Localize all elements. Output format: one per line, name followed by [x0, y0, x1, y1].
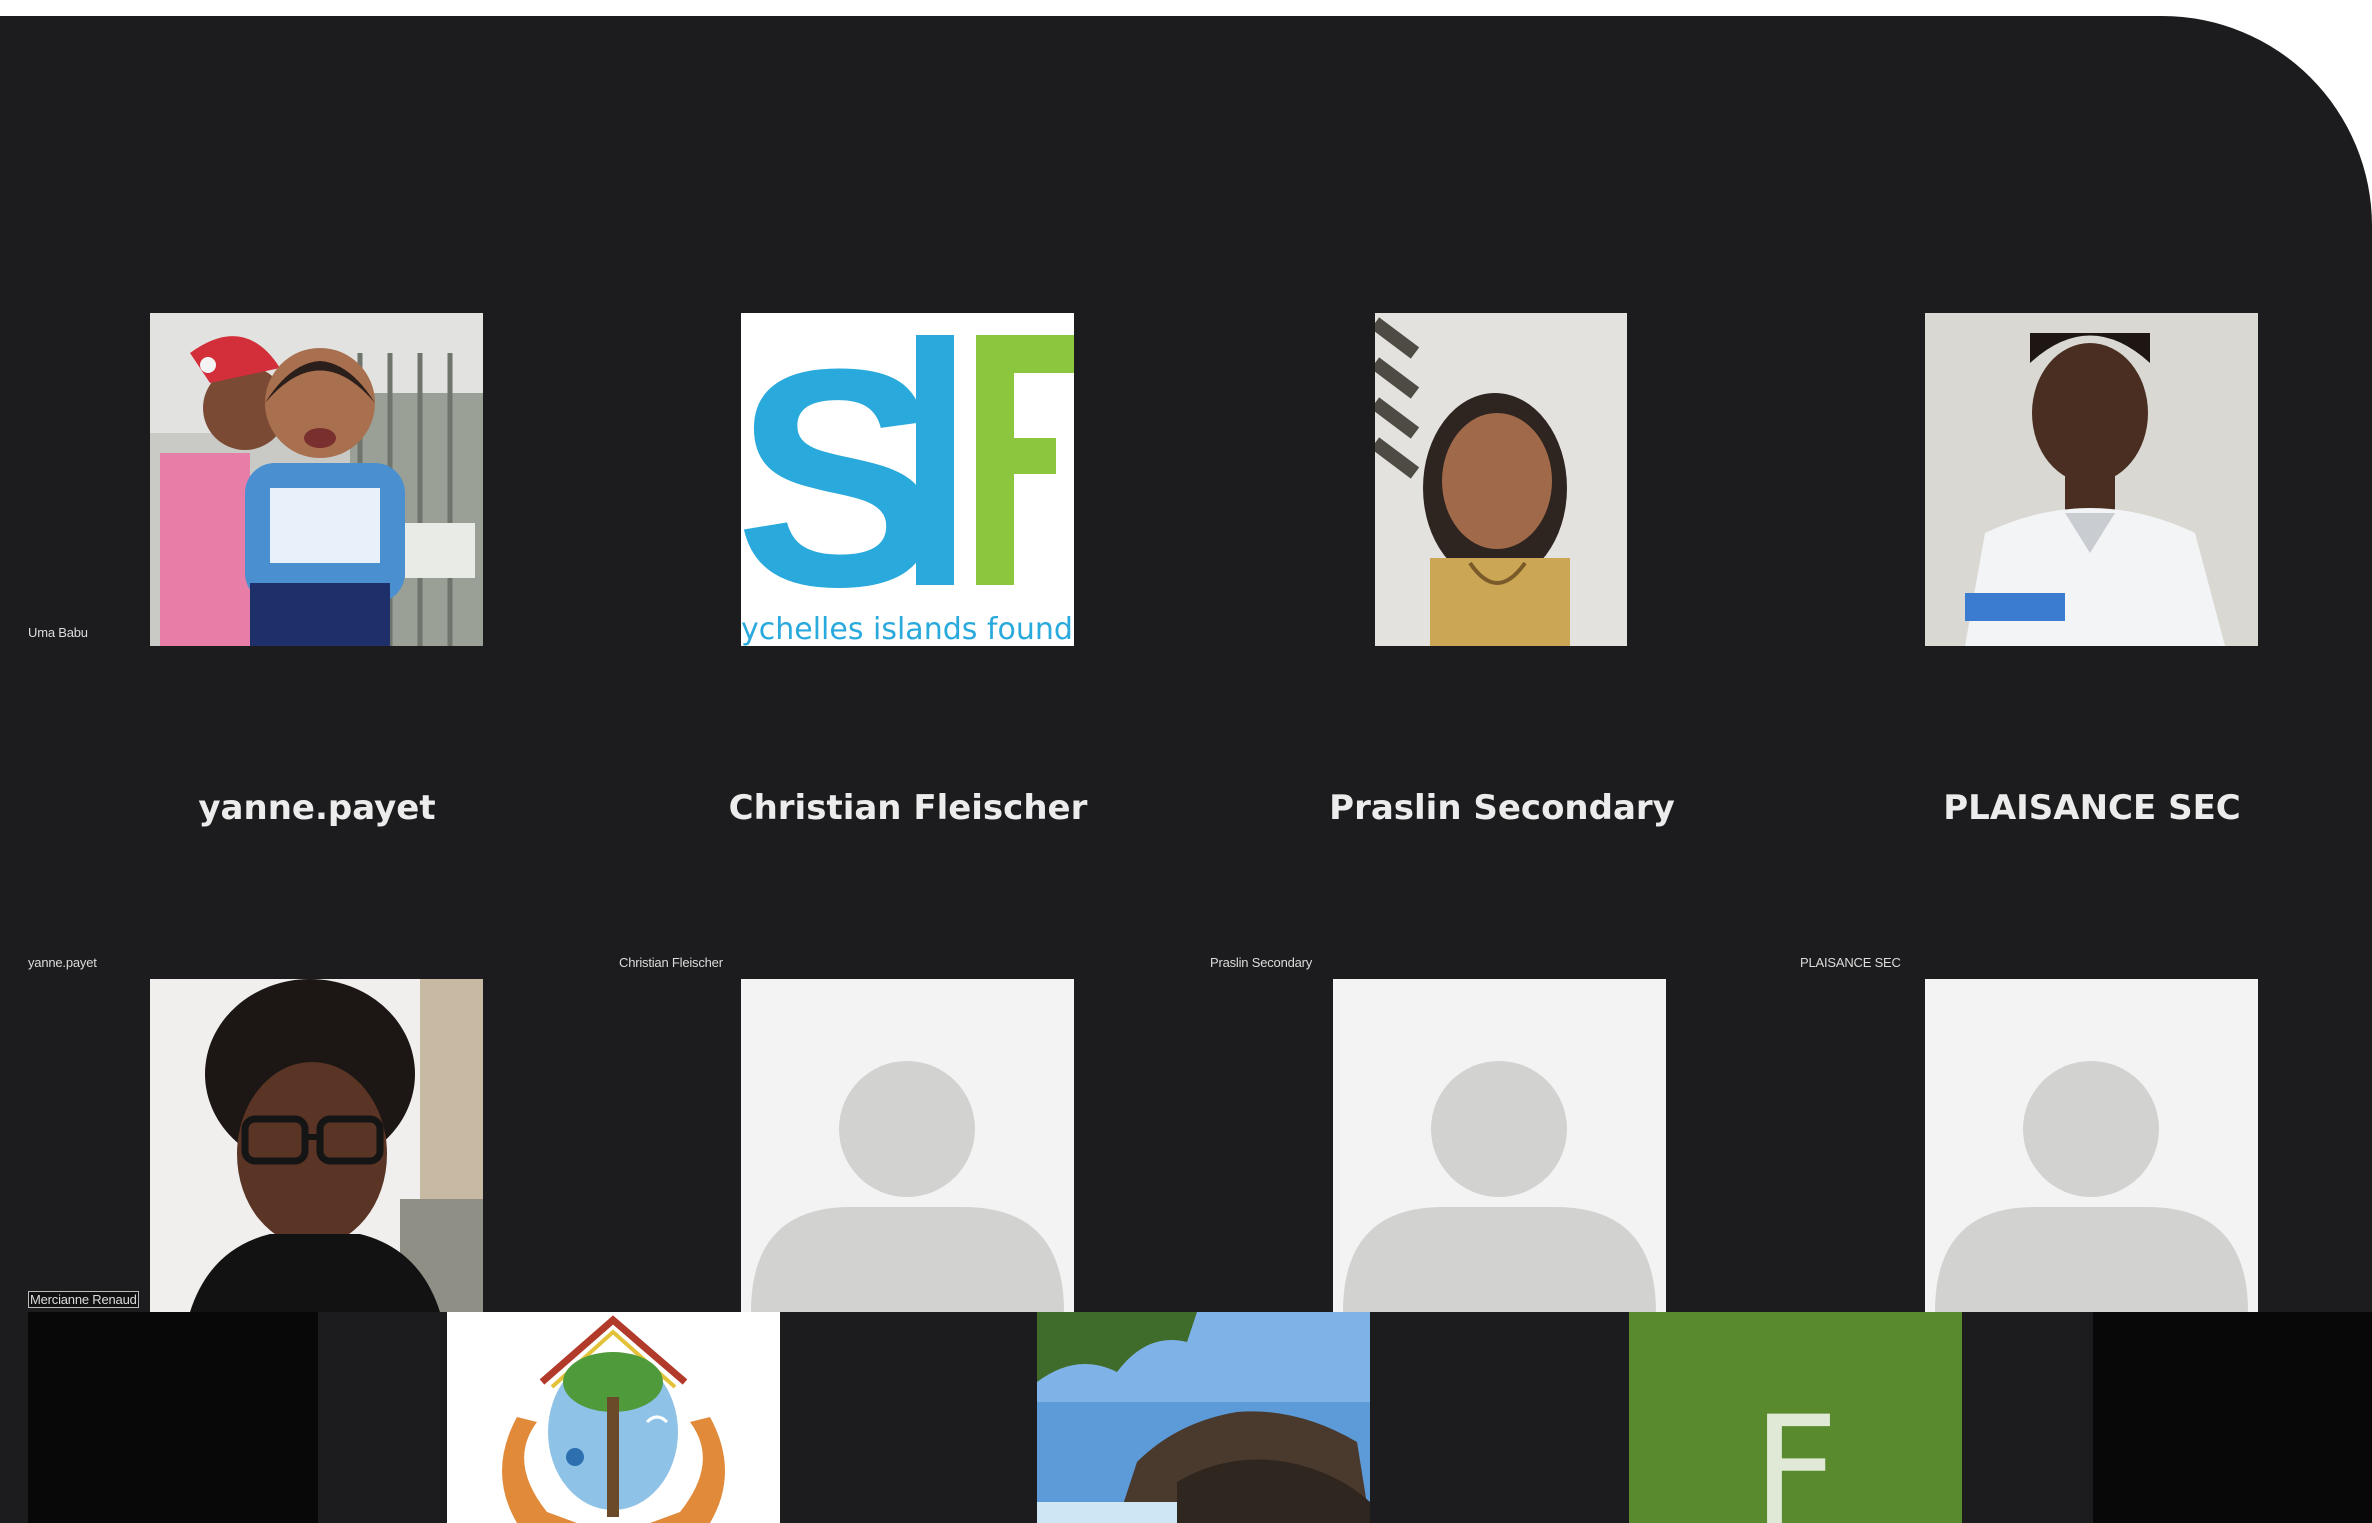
participant-name-label: Uma Babu — [28, 625, 88, 640]
participant-name-label: Mercianne Renaud — [28, 1291, 139, 1308]
default-avatar-icon — [1333, 979, 1666, 1312]
participant-name-label: yanne.payet — [28, 955, 97, 970]
participant-video-christian-fleischer[interactable] — [1375, 313, 1627, 646]
participant-initial-avatar: F — [1752, 1385, 1839, 1523]
participant-name-center: Christian Fleischer — [728, 788, 1088, 828]
participant-name-center: Praslin Secondary — [1329, 788, 1675, 828]
participant-video-initial[interactable]: F — [1629, 1312, 1962, 1523]
video-gallery: Uma Babu S ychelles islands founda yanne… — [0, 16, 2372, 1523]
sif-logo-caption: ychelles islands founda — [741, 612, 1074, 646]
participant-name-center: yanne.payet — [198, 788, 436, 828]
participant-video-uma-babu[interactable] — [150, 313, 483, 646]
rock-island-photo — [1037, 1312, 1370, 1523]
participant-name-label: Christian Fleischer — [619, 955, 723, 970]
participant-name-label: PLAISANCE SEC — [1800, 955, 1901, 970]
woman-portrait-photo — [1375, 313, 1627, 646]
participant-video-dark[interactable] — [2093, 1312, 2372, 1523]
svg-text:S: S — [741, 313, 934, 646]
woman-glasses-photo — [150, 979, 483, 1312]
participant-video-praslin-secondary[interactable] — [1925, 313, 2258, 646]
tree-hands-logo — [447, 1312, 780, 1523]
default-avatar-icon — [741, 979, 1074, 1312]
participant-video-yanne-payet[interactable]: S ychelles islands founda — [741, 313, 1074, 646]
student-uniform-photo — [1925, 313, 2258, 646]
participant-video-placeholder[interactable] — [1333, 979, 1666, 1312]
participant-video-plaisance-sec[interactable] — [150, 979, 483, 1312]
participant-video-photo[interactable] — [1037, 1312, 1370, 1523]
participant-video-dark[interactable] — [28, 1312, 318, 1523]
participant-video-mercianne-renaud[interactable] — [741, 979, 1074, 1312]
participant-video-placeholder[interactable] — [1925, 979, 2258, 1312]
participant-name-center: PLAISANCE SEC — [1943, 788, 2241, 828]
participant-video-logo[interactable] — [447, 1312, 780, 1523]
participant-name-label: Praslin Secondary — [1210, 955, 1313, 970]
default-avatar-icon — [1925, 979, 2258, 1312]
mother-and-baby-photo — [150, 313, 483, 646]
sif-logo: S — [741, 313, 1074, 646]
